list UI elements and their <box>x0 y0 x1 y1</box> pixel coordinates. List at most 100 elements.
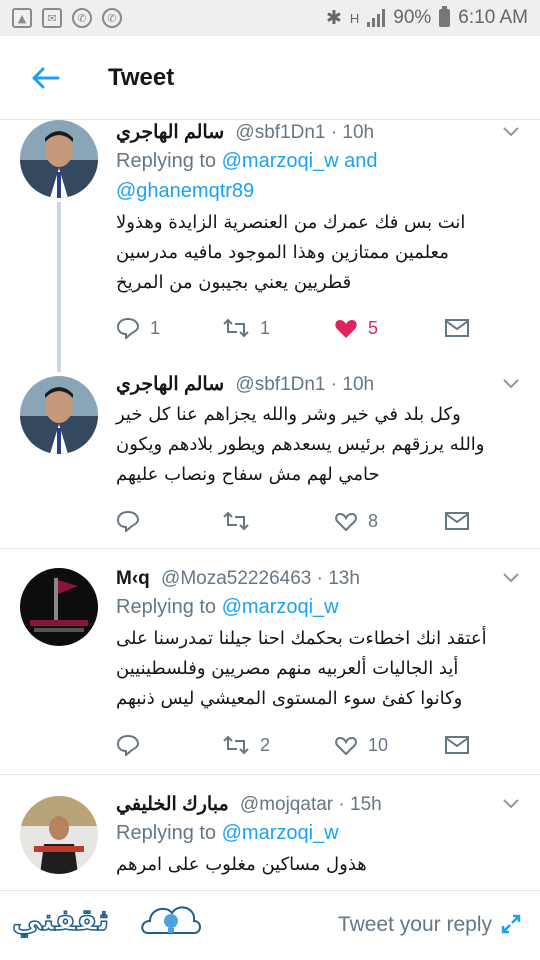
tweet-text: انت بس فك عمرك من العنصرية الزايدة وهذول… <box>116 208 520 298</box>
like-button[interactable]: 10 <box>334 734 388 756</box>
tweet-line: انت بس فك عمرك من العنصرية الزايدة وهذول… <box>116 212 466 233</box>
like-count: 8 <box>368 510 379 531</box>
tweet[interactable]: M‹q @Moza52226463 · 13h Replying to @mar… <box>0 566 540 774</box>
heart-icon <box>335 512 357 532</box>
network-type: H <box>349 10 360 26</box>
status-bar: ▲ ✉ ✆ ✆ ✱ H 90% 6:10 AM <box>0 0 540 36</box>
reply-count: 1 <box>150 317 161 338</box>
reply-button[interactable] <box>116 734 150 756</box>
conversation-feed[interactable]: سالم الهاجري @sbf1Dn1 · 10h Replying to … <box>0 120 540 890</box>
tweet-line: والله يرزقهم برئيس يسعدهم ويطور بلادهم و… <box>116 434 485 455</box>
bluetooth-icon: ✱ <box>325 7 342 29</box>
clock: 6:10 AM <box>458 7 528 28</box>
chevron-down-icon[interactable] <box>502 572 520 584</box>
replying-to: Replying to @marzoqi_w <box>116 592 520 622</box>
replying-to-line2: @ghanemqtr89 <box>116 176 520 206</box>
retweet-icon <box>223 735 249 755</box>
retweet-button[interactable]: 1 <box>222 317 270 339</box>
avatar[interactable] <box>20 796 98 874</box>
heart-icon <box>335 736 357 756</box>
lightbulb-icon <box>141 906 201 934</box>
share-button[interactable] <box>444 511 470 531</box>
reply-mention[interactable]: @marzoqi_w <box>222 596 339 618</box>
author-handle[interactable]: @mojqatar <box>240 794 333 815</box>
battery-icon <box>439 6 451 27</box>
tweet-actions: 2 10 <box>116 732 476 758</box>
tweet[interactable]: سالم الهاجري @sbf1Dn1 · 10h وكل بلد في خ… <box>0 372 540 548</box>
tweet-meta: مبارك الخليفي @mojqatar · 15h <box>116 792 520 818</box>
chevron-down-icon[interactable] <box>502 798 520 810</box>
arrow-left-icon <box>32 67 60 88</box>
reply-mention[interactable]: @marzoqi_w and <box>222 150 378 172</box>
chevron-down-icon[interactable] <box>502 126 520 138</box>
like-button[interactable]: 5 <box>334 317 378 339</box>
author-name[interactable]: مبارك الخليفي <box>116 794 229 815</box>
author-name[interactable]: M‹q <box>116 568 150 589</box>
retweet-button[interactable] <box>222 510 260 532</box>
tweet-line: وكل بلد في خير وشر والله يجزاهم عنا كل خ… <box>116 404 461 425</box>
avatar[interactable] <box>20 376 98 454</box>
reply-icon <box>116 510 140 532</box>
tweet-line: أعتقد انك اخطاءت بحكمك احنا جيلنا تمدرسن… <box>116 628 487 649</box>
replying-label: Replying to <box>116 150 217 172</box>
heart-filled-icon <box>335 320 357 338</box>
reply-button[interactable] <box>116 510 150 532</box>
tweet-actions: 8 <box>116 508 476 534</box>
phone-icon: ✆ <box>102 8 122 28</box>
avatar[interactable] <box>20 120 98 198</box>
share-button[interactable] <box>444 735 470 755</box>
replying-label: Replying to <box>116 596 217 618</box>
tweet-text: وكل بلد في خير وشر والله يجزاهم عنا كل خ… <box>116 400 520 490</box>
reply-input[interactable]: Tweet your reply <box>338 913 492 937</box>
author-name[interactable]: سالم الهاجري <box>116 374 224 395</box>
tweet-time: · 10h <box>330 374 375 395</box>
replying-label: Replying to <box>116 822 217 844</box>
retweet-icon <box>223 318 249 338</box>
mail-icon <box>445 736 469 754</box>
tweet-line: معلمين ممتازين وهذا الموجود مافيه مدرسين <box>116 242 449 263</box>
retweet-icon <box>223 511 249 531</box>
retweet-count: 2 <box>260 734 271 755</box>
battery-percent: 90% <box>393 7 432 28</box>
divider <box>0 548 540 549</box>
author-handle[interactable]: @sbf1Dn1 <box>235 374 325 395</box>
replying-to: Replying to @marzoqi_w <box>116 818 520 848</box>
tweet-meta: سالم الهاجري @sbf1Dn1 · 10h <box>116 120 520 146</box>
reply-bar: ثقفني Tweet your reply <box>0 890 540 960</box>
notification-icons: ▲ ✉ ✆ ✆ <box>12 8 122 28</box>
author-handle[interactable]: @Moza52226463 <box>161 568 311 589</box>
tweet[interactable]: سالم الهاجري @sbf1Dn1 · 10h Replying to … <box>0 120 540 372</box>
tweet-time: · 10h <box>330 122 375 143</box>
reply-button[interactable]: 1 <box>116 317 160 339</box>
thread-connector <box>57 202 61 372</box>
tweet-line: أيد الجاليات ألعربيه منهم مصريين وفلسطين… <box>116 658 459 679</box>
avatar[interactable] <box>20 568 98 646</box>
reply-mention[interactable]: @ghanemqtr89 <box>116 180 254 202</box>
tweet-actions: 1 1 5 <box>116 315 476 341</box>
retweet-count: 1 <box>260 317 271 338</box>
like-count: 10 <box>368 734 389 755</box>
mail-icon <box>445 319 469 337</box>
tweet-time: · 13h <box>316 568 360 589</box>
author-handle[interactable]: @sbf1Dn1 <box>235 122 325 143</box>
gallery-icon: ▲ <box>12 8 32 28</box>
page-title: Tweet <box>108 63 175 91</box>
app-header: Tweet <box>0 36 540 120</box>
share-button[interactable] <box>444 318 470 338</box>
retweet-button[interactable]: 2 <box>222 734 270 756</box>
back-button[interactable] <box>0 36 90 120</box>
like-button[interactable]: 8 <box>334 510 378 532</box>
reply-mention[interactable]: @marzoqi_w <box>222 822 339 844</box>
chevron-down-icon[interactable] <box>502 378 520 390</box>
reply-icon <box>116 317 140 339</box>
like-count: 5 <box>368 317 379 338</box>
tweet[interactable]: مبارك الخليفي @mojqatar · 15h Replying t… <box>0 792 540 890</box>
reply-icon <box>116 734 140 756</box>
tweet-text: هذول مساكين مغلوب على امرهم <box>116 850 520 880</box>
replying-to: Replying to @marzoqi_w and <box>116 146 520 176</box>
brand-watermark: ثقفني <box>11 902 110 939</box>
mail-icon <box>445 512 469 530</box>
tweet-line: وكانوا كفئ سوء المستوى المعيشي ليس ذنبهم <box>116 688 463 709</box>
author-name[interactable]: سالم الهاجري <box>116 122 224 143</box>
expand-icon[interactable] <box>500 913 522 935</box>
